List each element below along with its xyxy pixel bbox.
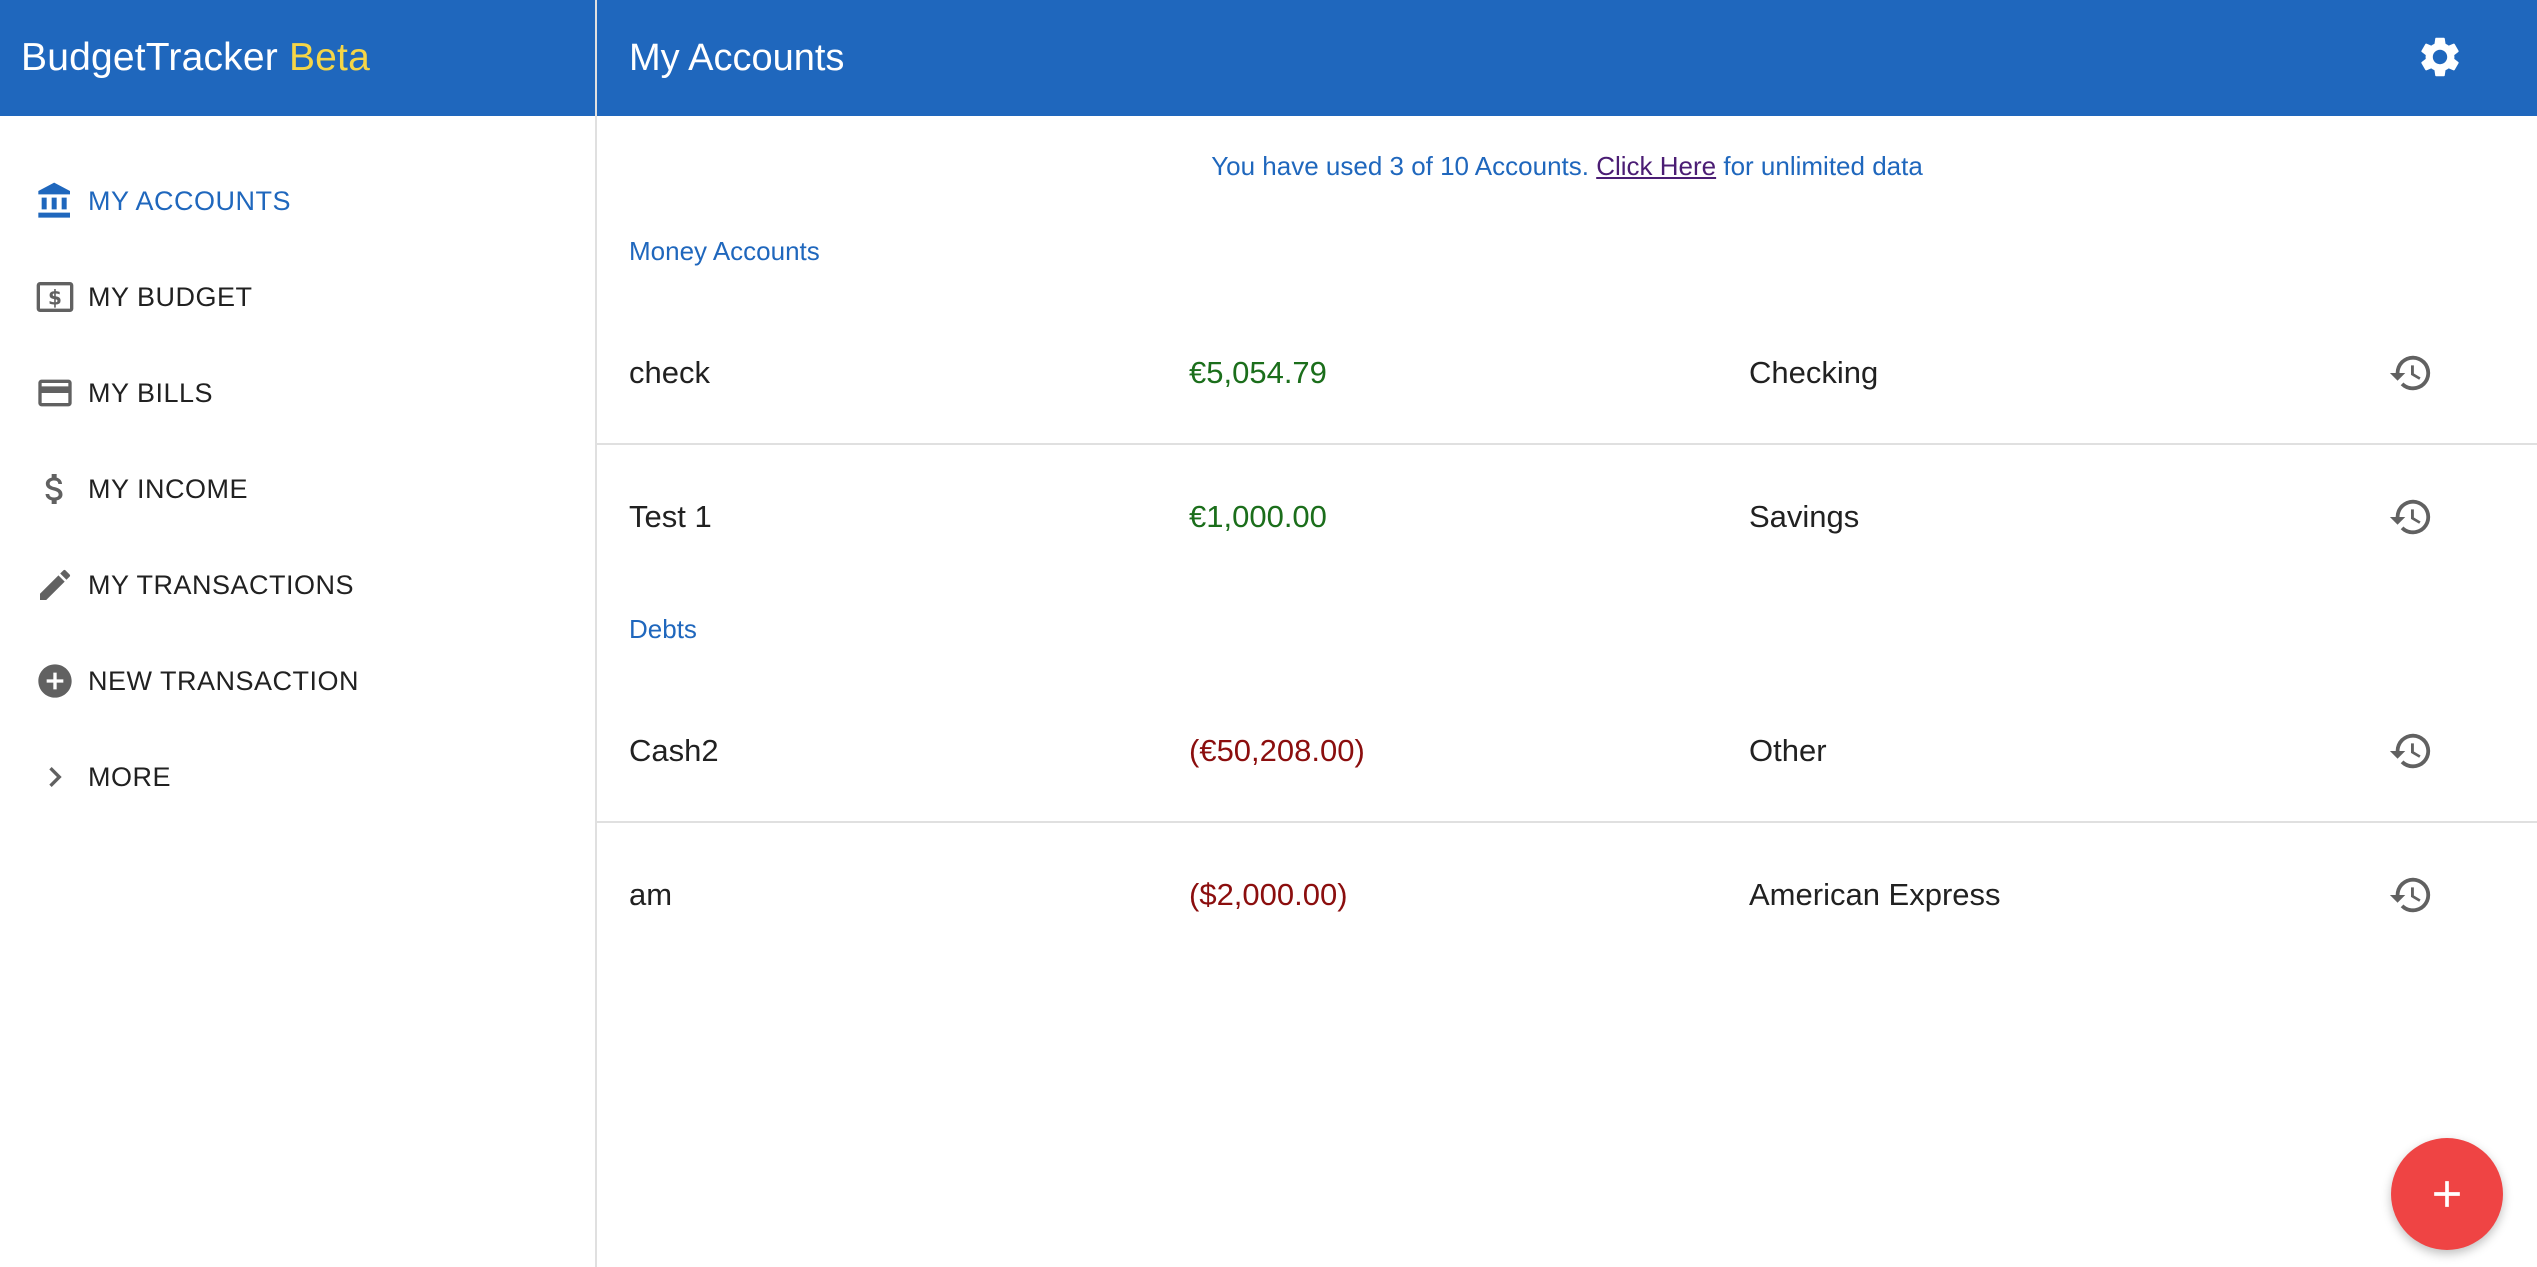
bank-icon bbox=[34, 180, 76, 222]
history-button[interactable] bbox=[2387, 301, 2435, 445]
sidebar-item-label: MY BILLS bbox=[88, 377, 214, 408]
credit-card-icon bbox=[34, 372, 76, 414]
sidebar-item-my-accounts[interactable]: MY ACCOUNTS bbox=[0, 153, 595, 249]
account-row[interactable]: am ($2,000.00) American Express bbox=[597, 823, 2537, 967]
app-name: BudgetTracker bbox=[21, 36, 278, 79]
money-accounts-list: check €5,054.79 Checking Test 1 €1,000.0… bbox=[597, 301, 2537, 589]
account-name: Cash2 bbox=[629, 733, 719, 768]
account-name: Test 1 bbox=[629, 499, 712, 534]
usage-text: You have used 3 of 10 Accounts. bbox=[1211, 151, 1597, 181]
sidebar-item-more[interactable]: MORE bbox=[0, 729, 595, 825]
debts-list: Cash2 (€50,208.00) Other am ($2,000.00) … bbox=[597, 679, 2537, 967]
svg-text:$: $ bbox=[48, 286, 62, 310]
history-icon bbox=[2389, 733, 2431, 769]
history-icon bbox=[2389, 499, 2431, 535]
account-balance: €1,000.00 bbox=[1189, 499, 1327, 534]
add-account-fab[interactable] bbox=[2391, 1138, 2503, 1250]
gear-icon bbox=[2421, 37, 2459, 77]
sidebar-nav: MY ACCOUNTS $ MY BUDGET MY BILLS MY INCO… bbox=[0, 116, 595, 825]
sidebar-item-new-transaction[interactable]: NEW TRANSACTION bbox=[0, 633, 595, 729]
account-balance: €5,054.79 bbox=[1189, 355, 1327, 390]
account-name: check bbox=[629, 355, 710, 390]
usage-banner: You have used 3 of 10 Accounts. Click He… bbox=[597, 146, 2537, 186]
add-circle-icon bbox=[34, 660, 76, 702]
sidebar-item-label: MY INCOME bbox=[88, 473, 249, 504]
account-row[interactable]: check €5,054.79 Checking bbox=[597, 301, 2537, 445]
sidebar: BudgetTracker Beta MY ACCOUNTS $ MY BUDG… bbox=[0, 0, 597, 1267]
account-type: Checking bbox=[1749, 355, 1879, 390]
sidebar-item-my-budget[interactable]: $ MY BUDGET bbox=[0, 249, 595, 345]
dollar-sign-icon bbox=[34, 468, 76, 510]
page-title: My Accounts bbox=[629, 36, 845, 79]
chevron-right-icon bbox=[34, 756, 76, 798]
account-row[interactable]: Cash2 (€50,208.00) Other bbox=[597, 679, 2537, 823]
account-type: Other bbox=[1749, 733, 1827, 768]
history-icon bbox=[2389, 877, 2431, 913]
account-name: am bbox=[629, 877, 673, 912]
sidebar-item-label: MY TRANSACTIONS bbox=[88, 569, 355, 600]
beta-badge: Beta bbox=[288, 36, 370, 79]
sidebar-item-label: MORE bbox=[88, 761, 171, 792]
history-button[interactable] bbox=[2387, 445, 2435, 589]
history-button[interactable] bbox=[2387, 823, 2435, 967]
history-icon bbox=[2389, 355, 2431, 391]
account-row[interactable]: Test 1 €1,000.00 Savings bbox=[597, 445, 2537, 589]
top-app-bar: My Accounts bbox=[597, 0, 2537, 116]
account-type: American Express bbox=[1749, 877, 2001, 912]
section-title-money-accounts: Money Accounts bbox=[629, 236, 820, 266]
sidebar-item-my-income[interactable]: MY INCOME bbox=[0, 441, 595, 537]
account-balance: (€50,208.00) bbox=[1189, 733, 1365, 768]
brand-header: BudgetTracker Beta bbox=[0, 0, 595, 116]
sidebar-item-label: MY BUDGET bbox=[88, 281, 253, 312]
settings-button[interactable] bbox=[2416, 33, 2464, 81]
plus-icon bbox=[2434, 1181, 2460, 1207]
upgrade-link[interactable]: Click Here bbox=[1596, 151, 1716, 181]
section-title-debts: Debts bbox=[629, 614, 697, 644]
history-button[interactable] bbox=[2387, 679, 2435, 823]
usage-suffix: for unlimited data bbox=[1716, 151, 1923, 181]
sidebar-item-label: NEW TRANSACTION bbox=[88, 665, 360, 696]
main-content: My Accounts You have used 3 of 10 Accoun… bbox=[597, 0, 2537, 1267]
account-balance: ($2,000.00) bbox=[1189, 877, 1348, 912]
account-type: Savings bbox=[1749, 499, 1860, 534]
sidebar-item-label: MY ACCOUNTS bbox=[88, 185, 292, 216]
pencil-icon bbox=[34, 564, 76, 606]
sidebar-item-my-bills[interactable]: MY BILLS bbox=[0, 345, 595, 441]
dollar-bill-icon: $ bbox=[34, 276, 76, 318]
sidebar-item-my-transactions[interactable]: MY TRANSACTIONS bbox=[0, 537, 595, 633]
